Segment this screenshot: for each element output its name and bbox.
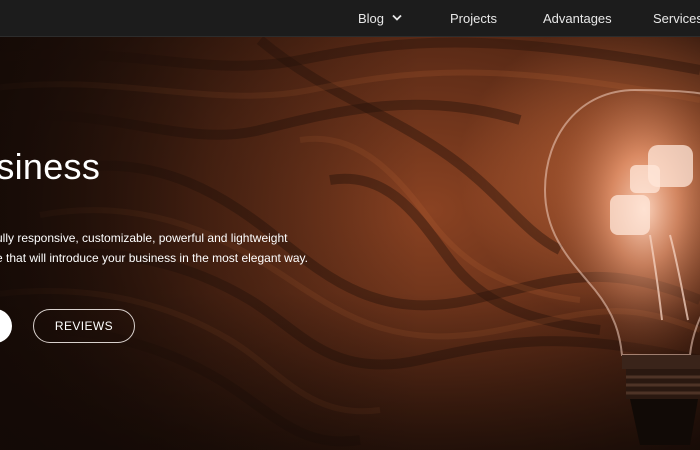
nav-item-advantages[interactable]: Advantages	[543, 11, 612, 26]
hero-description: ully responsive, customizable, powerful …	[0, 228, 326, 268]
top-navbar: Blog Projects Advantages Services	[0, 0, 700, 37]
nav-item-services[interactable]: Services	[653, 11, 700, 26]
hero-description-line: e that will introduce your business in t…	[0, 251, 308, 265]
hero-section: usiness ully responsive, customizable, p…	[0, 0, 700, 450]
light-bulb-image	[543, 88, 700, 445]
reviews-button[interactable]: REVIEWS	[33, 309, 135, 343]
chevron-down-icon	[392, 14, 402, 21]
nav-item-label: Blog	[358, 11, 385, 26]
hero-description-line: ully responsive, customizable, powerful …	[0, 231, 288, 245]
nav-item-projects[interactable]: Projects	[450, 11, 497, 26]
hero-title: usiness	[0, 146, 101, 187]
nav-item-blog[interactable]: Blog	[358, 11, 402, 26]
